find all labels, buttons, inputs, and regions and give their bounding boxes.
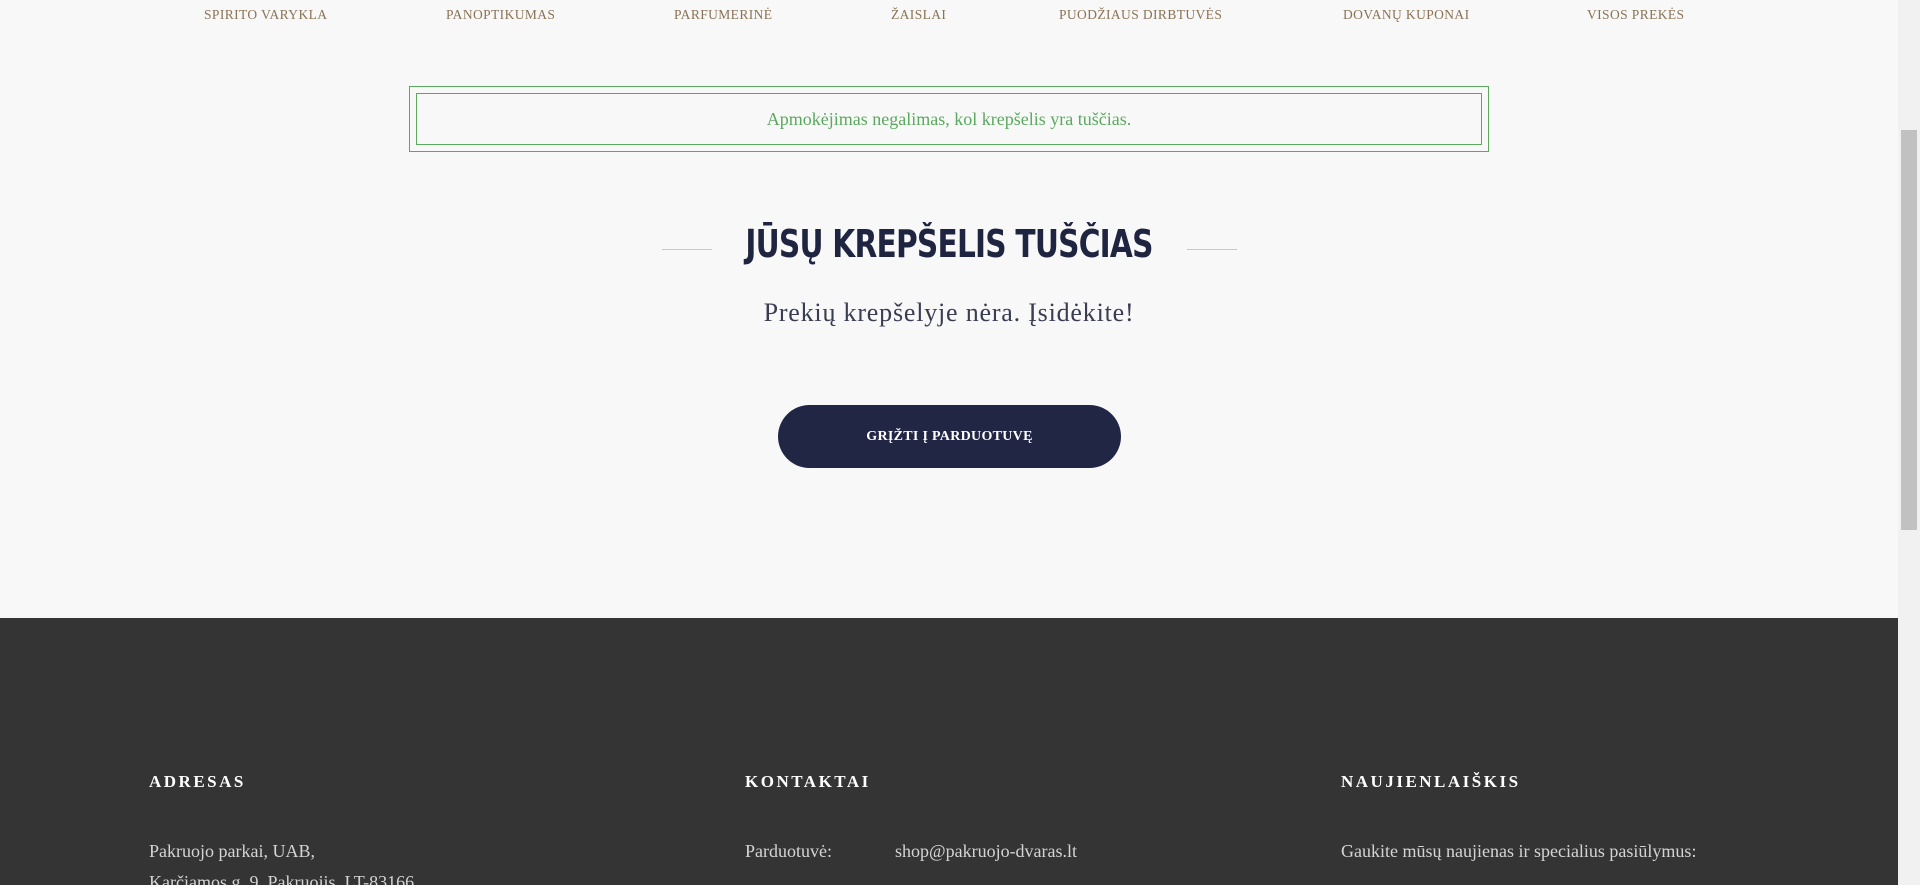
nav-item-zaislai[interactable]: ŽAISLAI [891, 7, 946, 23]
footer-address-title: ADRESAS [149, 772, 246, 791]
empty-cart-heading-block: JŪSŲ KREPŠELIS TUŠČIAS [0, 222, 1898, 278]
nav-item-dovanu-kuponai[interactable]: DOVANŲ KUPONAI [1343, 7, 1469, 23]
site-footer: ADRESAS Pakruojo parkai, UAB, Karčiamos … [0, 618, 1898, 885]
page-scrollbar[interactable] [1898, 0, 1920, 885]
footer-address-line1: Pakruojo parkai, UAB, [149, 841, 315, 861]
scrollbar-thumb[interactable] [1901, 130, 1917, 530]
nav-item-puodziaus-dirbtuves[interactable]: PUODŽIAUS DIRBTUVĖS [1059, 7, 1222, 23]
footer-address-line2: Karčiamos g. 9, Pakruojis, LT-83166 [149, 872, 415, 885]
footer-newsletter-title: NAUJIENLAIŠKIS [1341, 772, 1521, 791]
footer-shop-email-link[interactable]: shop@pakruojo-dvaras.lt [895, 841, 1077, 862]
footer-newsletter-text: Gaukite mūsų naujienas ir specialius pas… [1341, 841, 1697, 861]
category-nav: SPIRITO VARYKLA PANOPTIKUMAS PARFUMERINĖ… [0, 0, 1898, 32]
heading-divider-right [1187, 249, 1237, 250]
cart-page: SPIRITO VARYKLA PANOPTIKUMAS PARFUMERINĖ… [0, 0, 1898, 885]
empty-cart-title: JŪSŲ KREPŠELIS TUŠČIAS [745, 222, 1153, 266]
footer-contacts-title: KONTAKTAI [745, 772, 871, 791]
return-to-shop-button[interactable]: GRĮŽTI Į PARDUOTUVĘ [778, 405, 1121, 468]
nav-item-visos-prekes[interactable]: VISOS PREKĖS [1587, 7, 1684, 23]
checkout-notice-text: Apmokėjimas negalimas, kol krepšelis yra… [416, 93, 1482, 145]
empty-cart-subtitle: Prekių krepšelyje nėra. Įsidėkite! [763, 298, 1135, 327]
nav-item-panoptikumas[interactable]: PANOPTIKUMAS [446, 7, 555, 23]
footer-shop-label: Parduotuvė: [745, 841, 832, 861]
nav-item-parfumerine[interactable]: PARFUMERINĖ [674, 7, 772, 23]
nav-item-spirito-varykla[interactable]: SPIRITO VARYKLA [204, 7, 327, 23]
checkout-notice: Apmokėjimas negalimas, kol krepšelis yra… [409, 86, 1489, 152]
